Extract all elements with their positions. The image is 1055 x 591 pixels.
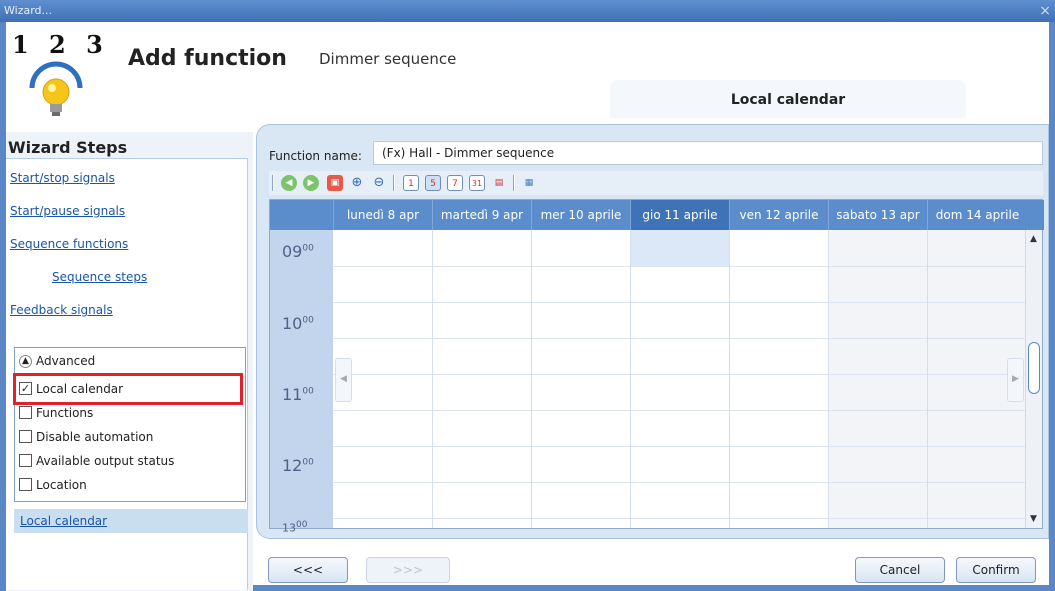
zoom-out-icon[interactable]: ⊖ bbox=[371, 175, 387, 191]
step-start-stop-signals[interactable]: Start/stop signals bbox=[10, 171, 115, 185]
cancel-button[interactable]: Cancel bbox=[855, 557, 945, 583]
scroll-right-icon[interactable]: ▶ bbox=[1007, 358, 1024, 402]
day-header-fri[interactable]: ven 12 aprile bbox=[729, 200, 828, 230]
grid-line bbox=[333, 446, 1027, 447]
option-location[interactable]: Location bbox=[19, 476, 87, 496]
option-label: Location bbox=[36, 478, 87, 492]
checkbox-disable-automation[interactable] bbox=[19, 430, 32, 443]
day-header-sun[interactable]: dom 14 aprile bbox=[927, 200, 1027, 230]
window-titlebar: Wizard... × bbox=[0, 0, 1055, 22]
calendar-corner bbox=[270, 200, 333, 230]
advanced-options-box: ▲ Advanced ✓ Local calendar Functions Disa… bbox=[13, 347, 246, 502]
next-button[interactable]: >>> bbox=[366, 557, 450, 583]
grid-line bbox=[333, 374, 1027, 375]
tab-local-calendar[interactable]: Local calendar bbox=[610, 80, 966, 118]
grid-column bbox=[531, 230, 532, 528]
grid-line bbox=[333, 518, 1027, 519]
checkbox-available-output-status[interactable] bbox=[19, 454, 32, 467]
grid-line bbox=[333, 266, 1027, 267]
grid-column bbox=[927, 230, 928, 528]
toolbar-separator bbox=[513, 175, 515, 191]
previous-icon[interactable]: ◀ bbox=[281, 175, 297, 191]
grid-line bbox=[333, 338, 1027, 339]
lightbulb-icon bbox=[29, 61, 83, 116]
grid-line bbox=[333, 410, 1027, 411]
scrollbar-thumb[interactable] bbox=[1028, 342, 1040, 394]
chevron-up-icon: ▲ bbox=[19, 355, 32, 368]
back-button[interactable]: <<< bbox=[268, 557, 348, 583]
calendar-toolbar: ◀ ▶ ▣ ⊕ ⊖ 1 5 7 31 ▤ ▦ bbox=[269, 171, 1043, 195]
day-header-thu[interactable]: gio 11 aprile bbox=[630, 200, 729, 230]
grid-line bbox=[333, 302, 1027, 303]
page-title: Add function bbox=[128, 46, 287, 71]
toolbar-separator bbox=[272, 175, 274, 191]
advanced-label: Advanced bbox=[36, 354, 96, 368]
scroll-left-icon[interactable]: ◀ bbox=[335, 358, 352, 402]
time-label: 1300 bbox=[282, 520, 308, 535]
scroll-up-icon[interactable]: ▲ bbox=[1030, 234, 1037, 244]
selected-step-local-calendar[interactable]: Local calendar bbox=[14, 509, 248, 533]
header: 1 2 3 Add function Dimmer sequence Local… bbox=[6, 22, 1049, 132]
checkbox-functions[interactable] bbox=[19, 406, 32, 419]
toolbar-separator bbox=[393, 175, 395, 191]
work-week-view-icon[interactable]: 5 bbox=[425, 175, 441, 191]
grid-column bbox=[729, 230, 730, 528]
steps-list: Start/stop signals Start/pause signals S… bbox=[6, 158, 248, 590]
option-label: Local calendar bbox=[36, 382, 124, 396]
day-view-icon[interactable]: 1 bbox=[403, 175, 419, 191]
option-available-output-status[interactable]: Available output status bbox=[19, 452, 174, 472]
calendar-cells[interactable]: ◀ ▶ bbox=[333, 230, 1027, 528]
today-icon[interactable]: ▣ bbox=[327, 175, 343, 191]
logo-numbers: 1 2 3 bbox=[12, 30, 109, 59]
confirm-button[interactable]: Confirm bbox=[956, 557, 1036, 583]
option-disable-automation[interactable]: Disable automation bbox=[19, 428, 153, 448]
step-sequence-steps[interactable]: Sequence steps bbox=[52, 270, 147, 284]
grid-line bbox=[333, 482, 1027, 483]
day-header-wed[interactable]: mer 10 aprile bbox=[531, 200, 630, 230]
day-header-sat[interactable]: sabato 13 apr bbox=[828, 200, 927, 230]
option-label: Available output status bbox=[36, 454, 175, 468]
grid-column bbox=[630, 230, 631, 528]
time-column: 0900 1000 1100 1200 1300 bbox=[270, 230, 333, 535]
function-type-subtitle: Dimmer sequence bbox=[319, 50, 457, 68]
step-sequence-functions[interactable]: Sequence functions bbox=[10, 237, 128, 251]
timeline-view-icon[interactable]: ▤ bbox=[491, 175, 507, 191]
time-label: 1100 bbox=[282, 385, 314, 404]
time-label: 1000 bbox=[282, 314, 314, 333]
month-view-icon[interactable]: 31 bbox=[469, 175, 485, 191]
function-name-input[interactable]: (Fx) Hall - Dimmer sequence bbox=[373, 141, 1043, 165]
grid-column bbox=[432, 230, 433, 528]
option-functions[interactable]: Functions bbox=[19, 404, 93, 424]
calendar-header: lunedì 8 apr martedì 9 apr mer 10 aprile… bbox=[270, 200, 1044, 230]
day-header-tue[interactable]: martedì 9 apr bbox=[432, 200, 531, 230]
close-icon[interactable]: × bbox=[1039, 0, 1051, 22]
step-start-pause-signals[interactable]: Start/pause signals bbox=[10, 204, 125, 218]
wizard-window: 1 2 3 Add function Dimmer sequence Local… bbox=[0, 22, 1055, 591]
day-header-mon[interactable]: lunedì 8 apr bbox=[333, 200, 432, 230]
step-feedback-signals[interactable]: Feedback signals bbox=[10, 303, 113, 317]
time-label: 0900 bbox=[282, 242, 314, 261]
option-label: Disable automation bbox=[36, 430, 154, 444]
wizard-steps-title: Wizard Steps bbox=[8, 138, 128, 157]
next-icon[interactable]: ▶ bbox=[303, 175, 319, 191]
vertical-scrollbar[interactable]: ▲ ▼ bbox=[1025, 230, 1042, 528]
option-local-calendar[interactable]: ✓ Local calendar bbox=[19, 380, 123, 400]
wizard-steps-panel: Wizard Steps Start/stop signals Start/pa… bbox=[6, 132, 253, 591]
week-view-icon[interactable]: 7 bbox=[447, 175, 463, 191]
scroll-down-icon[interactable]: ▼ bbox=[1030, 514, 1037, 524]
option-label: Functions bbox=[36, 406, 94, 420]
advanced-toggle[interactable]: ▲ Advanced bbox=[19, 354, 95, 368]
time-label: 1200 bbox=[282, 456, 314, 475]
checkbox-local-calendar[interactable]: ✓ bbox=[19, 382, 32, 395]
function-name-label: Function name: bbox=[269, 149, 362, 163]
window-title: Wizard... bbox=[4, 4, 53, 17]
zoom-in-icon[interactable]: ⊕ bbox=[349, 175, 365, 191]
options-icon[interactable]: ▦ bbox=[521, 175, 537, 191]
checkbox-location[interactable] bbox=[19, 478, 32, 491]
calendar-grid: lunedì 8 apr martedì 9 apr mer 10 aprile… bbox=[269, 199, 1044, 535]
grid-column bbox=[828, 230, 829, 528]
content-panel: Function name: (Fx) Hall - Dimmer sequen… bbox=[256, 124, 1049, 539]
selected-cell[interactable] bbox=[630, 230, 729, 266]
